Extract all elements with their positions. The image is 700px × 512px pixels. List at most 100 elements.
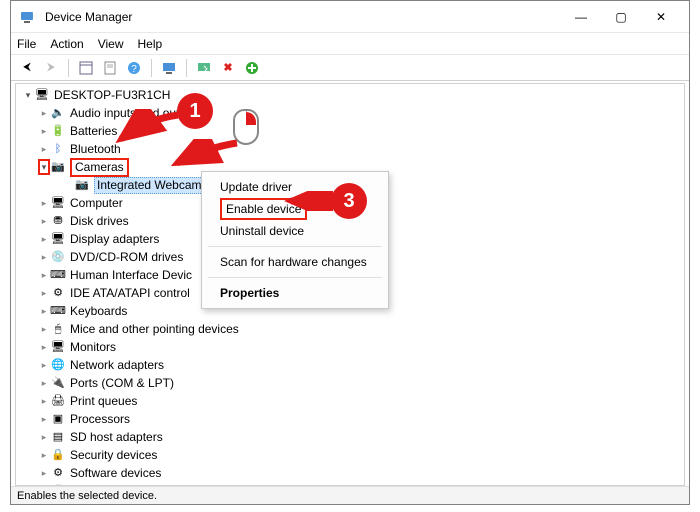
close-button[interactable]: ✕: [641, 3, 681, 31]
device-icon: ⌨: [50, 303, 66, 319]
device-manager-window: Device Manager ― ▢ ✕ File Action View He…: [10, 0, 690, 505]
expand-icon[interactable]: [38, 284, 50, 302]
tree-node-label: DVD/CD-ROM drives: [70, 248, 183, 266]
root-node[interactable]: 🖥DESKTOP-FU3R1CH: [20, 86, 680, 104]
tree-node-label: DESKTOP-FU3R1CH: [54, 86, 170, 104]
expand-icon[interactable]: [38, 356, 50, 374]
menu-file[interactable]: File: [17, 37, 36, 51]
device-icon: 🔒: [50, 447, 66, 463]
tree-node-label: Mice and other pointing devices: [70, 320, 239, 338]
device-icon: ▣: [50, 411, 66, 427]
back-button[interactable]: ⮜: [17, 58, 37, 78]
tree-node[interactable]: ▤SD host adapters: [20, 428, 680, 446]
device-icon: 🔌: [50, 375, 66, 391]
annotation-callout-3: 3: [331, 183, 367, 219]
monitor-icon[interactable]: [159, 58, 179, 78]
tree-node-label: Software devices: [70, 464, 161, 482]
expand-icon[interactable]: [38, 338, 50, 356]
tree-node-label: Human Interface Devic: [70, 266, 192, 284]
tree-node-label: Display adapters: [70, 230, 159, 248]
tree-node-label: Network adapters: [70, 356, 164, 374]
expand-icon[interactable]: [22, 86, 34, 104]
ctx-separator-2: [208, 277, 382, 278]
device-icon: 🔋: [50, 123, 66, 139]
disable-icon[interactable]: ✖: [218, 58, 238, 78]
tree-node[interactable]: ▣Processors: [20, 410, 680, 428]
forward-button[interactable]: ⮞: [41, 58, 61, 78]
tree-node-label: IDE ATA/ATAPI control: [70, 284, 190, 302]
maximize-button[interactable]: ▢: [601, 3, 641, 31]
expand-icon[interactable]: [38, 104, 50, 122]
tree-node-label: Monitors: [70, 338, 116, 356]
device-icon: 💿: [50, 249, 66, 265]
expand-icon[interactable]: [38, 392, 50, 410]
annotation-mouse-icon: [233, 109, 263, 151]
expand-icon[interactable]: [38, 320, 50, 338]
minimize-button[interactable]: ―: [561, 3, 601, 31]
ctx-uninstall-device[interactable]: Uninstall device: [202, 220, 388, 242]
device-icon: 🔈: [50, 105, 66, 121]
tree-node[interactable]: 🔌Ports (COM & LPT): [20, 374, 680, 392]
tree-node-label: Processors: [70, 410, 130, 428]
device-icon: 🖨: [50, 393, 66, 409]
device-icon: 🖥: [50, 231, 66, 247]
tree-node[interactable]: 🔈Audio inputs and out: [20, 104, 680, 122]
tree-node-label: SD host adapters: [70, 428, 163, 446]
tree-node-label: Audio inputs and out: [70, 104, 179, 122]
enable-icon[interactable]: [242, 58, 262, 78]
ctx-separator: [208, 246, 382, 247]
properties-icon[interactable]: [100, 58, 120, 78]
tree-node[interactable]: ⚙Software devices: [20, 464, 680, 482]
camera-icon: 📷: [74, 177, 90, 193]
menubar: File Action View Help: [11, 33, 689, 55]
tree-node[interactable]: 🔋Batteries: [20, 122, 680, 140]
tree-node[interactable]: 🖥Monitors: [20, 338, 680, 356]
expand-icon[interactable]: [38, 248, 50, 266]
device-icon: ▤: [50, 429, 66, 445]
device-icon: ⚙: [50, 465, 66, 481]
menu-help[interactable]: Help: [138, 37, 163, 51]
computer-icon: 🖥: [34, 87, 50, 103]
tree-node[interactable]: 🔒Security devices: [20, 446, 680, 464]
device-icon: 🖱: [50, 321, 66, 337]
expand-icon[interactable]: [38, 302, 50, 320]
show-hide-icon[interactable]: [76, 58, 96, 78]
titlebar: Device Manager ― ▢ ✕: [11, 1, 689, 33]
expand-icon[interactable]: [38, 194, 50, 212]
expand-icon[interactable]: [38, 230, 50, 248]
help-icon[interactable]: ?: [124, 58, 144, 78]
tree-node[interactable]: 🖨Print queues: [20, 392, 680, 410]
ctx-properties[interactable]: Properties: [202, 282, 388, 304]
camera-icon: 📷: [50, 159, 66, 175]
expand-icon[interactable]: [38, 159, 50, 175]
statusbar: Enables the selected device.: [11, 486, 689, 504]
expand-icon[interactable]: [38, 428, 50, 446]
tree-node[interactable]: ᛒBluetooth: [20, 140, 680, 158]
device-icon: ⌨: [50, 267, 66, 283]
tree-node[interactable]: 🌐Network adapters: [20, 356, 680, 374]
tree-node-label: Security devices: [70, 446, 157, 464]
tree-node[interactable]: 🖱Mice and other pointing devices: [20, 320, 680, 338]
expand-icon[interactable]: [38, 266, 50, 284]
svg-text:?: ?: [131, 64, 137, 75]
tree-node-label: Computer: [70, 194, 123, 212]
tree-node-label: Integrated Webcam: [94, 177, 205, 194]
tree-node-label: Cameras: [70, 158, 129, 177]
ctx-scan-hardware[interactable]: Scan for hardware changes: [202, 251, 388, 273]
expand-icon[interactable]: [38, 122, 50, 140]
expand-icon[interactable]: [38, 212, 50, 230]
tree-node-label: Bluetooth: [70, 140, 121, 158]
status-text: Enables the selected device.: [17, 490, 157, 502]
toolbar: ⮜ ⮞ ? ✖: [11, 55, 689, 81]
expand-icon[interactable]: [38, 410, 50, 428]
expand-icon[interactable]: [38, 374, 50, 392]
annotation-callout-1: 1: [177, 93, 213, 129]
tree-node-label: Ports (COM & LPT): [70, 374, 174, 392]
scan-hardware-icon[interactable]: [194, 58, 214, 78]
expand-icon[interactable]: [38, 464, 50, 482]
expand-icon[interactable]: [38, 140, 50, 158]
tree-node-label: Print queues: [70, 392, 137, 410]
expand-icon[interactable]: [38, 446, 50, 464]
menu-action[interactable]: Action: [50, 37, 83, 51]
menu-view[interactable]: View: [98, 37, 124, 51]
